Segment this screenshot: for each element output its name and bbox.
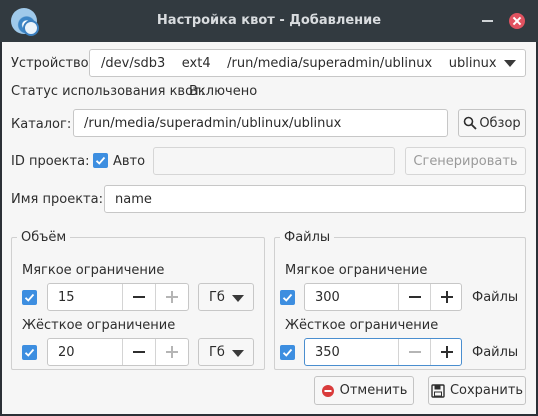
- volume-hard-unit-select[interactable]: Гб: [198, 338, 254, 366]
- files-hard-increment[interactable]: [430, 339, 463, 365]
- files-soft-value: 300: [315, 289, 340, 305]
- chevron-down-icon: [504, 60, 516, 67]
- files-hard-spin[interactable]: 350: [304, 338, 462, 366]
- search-icon: [464, 116, 477, 130]
- minus-icon: [409, 296, 421, 298]
- catalog-label: Каталог:: [11, 117, 72, 132]
- files-soft-checkbox[interactable]: [280, 290, 295, 305]
- files-soft-increment[interactable]: [430, 284, 463, 310]
- project-id-field[interactable]: [153, 147, 395, 175]
- volume-soft-increment[interactable]: [155, 284, 188, 310]
- chevron-down-icon: [232, 295, 244, 302]
- project-id-label: ID проекта:: [11, 154, 90, 169]
- volume-soft-value: 15: [58, 289, 75, 305]
- cancel-label: Отменить: [339, 383, 408, 398]
- device-label: Устройство:: [11, 56, 94, 71]
- auto-id-label: Авто: [113, 154, 146, 169]
- volume-soft-spin[interactable]: 15: [47, 283, 189, 311]
- volume-soft-label: Мягкое ограничение: [22, 263, 165, 278]
- browse-label: Обзор: [479, 115, 521, 131]
- quota-status-value: Включено: [189, 84, 258, 99]
- files-soft-label: Мягкое ограничение: [285, 263, 428, 278]
- close-icon[interactable]: [509, 13, 525, 29]
- plus-icon: [166, 291, 178, 303]
- volume-soft-decrement[interactable]: [122, 284, 155, 310]
- minimize-icon[interactable]: [482, 20, 493, 22]
- volume-hard-spin[interactable]: 20: [47, 338, 189, 366]
- check-icon: [24, 348, 35, 357]
- volume-group-title: Объём: [17, 230, 71, 245]
- dialog-content: Устройство: /dev/sdb3 ext4 /run/media/su…: [2, 42, 536, 414]
- volume-hard-decrement[interactable]: [122, 339, 155, 365]
- save-icon: [431, 383, 445, 398]
- cancel-button[interactable]: Отменить: [314, 376, 414, 405]
- volume-hard-increment[interactable]: [155, 339, 188, 365]
- check-icon: [24, 293, 35, 302]
- files-hard-unit: Файлы: [472, 345, 519, 360]
- volume-soft-unit: Гб: [209, 289, 225, 305]
- quota-status-label: Статус использования квот:: [11, 84, 205, 99]
- files-hard-checkbox[interactable]: [280, 345, 295, 360]
- device-select[interactable]: /dev/sdb3 ext4 /run/media/superadmin/ubl…: [89, 49, 526, 77]
- auto-id-checkbox[interactable]: [93, 153, 108, 168]
- files-soft-spin[interactable]: 300: [304, 283, 462, 311]
- volume-hard-checkbox[interactable]: [22, 345, 37, 360]
- plus-icon: [441, 291, 453, 303]
- chevron-down-icon: [232, 350, 244, 357]
- check-icon: [282, 348, 293, 357]
- plus-icon: [166, 346, 178, 358]
- project-name-label: Имя проекта:: [11, 192, 103, 207]
- title-bar: Настройка квот - Добавление: [0, 0, 538, 42]
- volume-hard-label: Жёсткое ограничение: [22, 318, 176, 333]
- window-title: Настройка квот - Добавление: [156, 13, 382, 28]
- project-name-field[interactable]: name: [104, 185, 526, 213]
- browse-button[interactable]: Обзор: [458, 109, 526, 137]
- catalog-field[interactable]: /run/media/superadmin/ublinux/ublinux: [73, 109, 448, 137]
- cancel-icon: [321, 384, 334, 397]
- files-soft-unit: Файлы: [472, 290, 519, 305]
- files-hard-value: 350: [315, 344, 340, 360]
- plus-icon: [441, 346, 453, 358]
- generate-button[interactable]: Сгенерировать: [405, 147, 526, 175]
- files-hard-label: Жёсткое ограничение: [285, 318, 439, 333]
- device-value: /dev/sdb3 ext4 /run/media/superadmin/ubl…: [101, 55, 497, 71]
- volume-soft-unit-select[interactable]: Гб: [198, 283, 254, 311]
- volume-hard-unit: Гб: [209, 344, 225, 360]
- files-soft-decrement[interactable]: [398, 284, 431, 310]
- minus-icon: [133, 351, 145, 353]
- save-label: Сохранить: [449, 383, 524, 398]
- volume-hard-value: 20: [58, 344, 75, 360]
- files-group-title: Файлы: [280, 230, 335, 245]
- check-icon: [95, 156, 106, 165]
- minus-icon: [133, 296, 145, 298]
- minus-icon: [409, 351, 421, 353]
- files-hard-decrement[interactable]: [398, 339, 431, 365]
- volume-soft-checkbox[interactable]: [22, 290, 37, 305]
- check-icon: [282, 293, 293, 302]
- save-button[interactable]: Сохранить: [428, 376, 526, 405]
